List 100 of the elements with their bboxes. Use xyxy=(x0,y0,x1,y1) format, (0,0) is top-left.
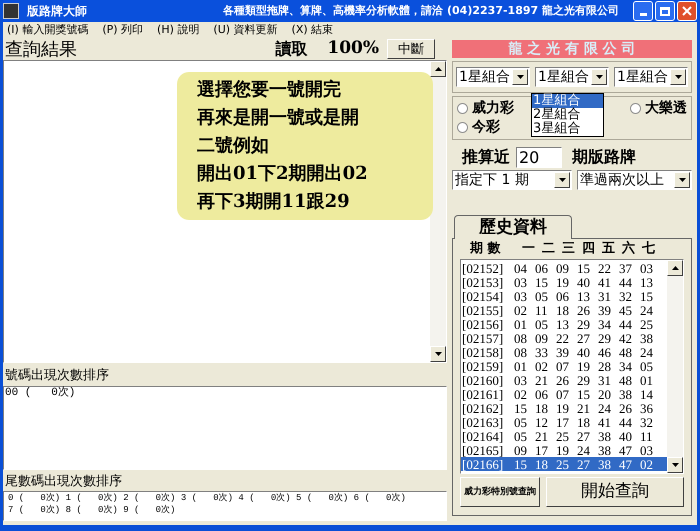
dropdown-field[interactable]: 1星組合 xyxy=(614,67,688,87)
dropdown-button[interactable] xyxy=(554,172,570,188)
number-cell-text: 39 xyxy=(556,346,570,358)
scrollbar[interactable] xyxy=(667,260,683,473)
history-tab[interactable]: 歷史資料 xyxy=(454,215,572,239)
number-cell-text: 21 xyxy=(535,374,549,386)
scroll-up-icon[interactable] xyxy=(434,67,442,71)
number-cell-text: 44 xyxy=(619,416,633,428)
scroll-down-icon[interactable] xyxy=(672,463,678,467)
history-row[interactable]: [02161] 02 06 07 15 20 38 14 xyxy=(461,387,667,401)
number-cell-text: 33 xyxy=(535,346,549,358)
menu-item[interactable]: (U) 資料更新 xyxy=(213,22,278,38)
caret-icon[interactable] xyxy=(558,178,566,182)
number-cell-text: 25 xyxy=(640,318,654,330)
dropdown-field[interactable]: 1星組合 xyxy=(535,67,609,87)
minimize-button[interactable] xyxy=(633,1,653,21)
history-row[interactable]: [02163] 05 12 17 18 41 44 32 xyxy=(461,415,667,429)
dropdown-option[interactable]: 1星組合 xyxy=(532,94,603,108)
company-banner: 龍 之 光 有 限 公 司 xyxy=(452,40,692,58)
start-query-button[interactable]: 開始查詢 xyxy=(546,477,684,507)
caret-icon[interactable] xyxy=(674,75,682,79)
tooltip-line: 選擇您要一號開完 xyxy=(197,78,342,102)
caret-icon[interactable] xyxy=(678,178,686,182)
number-cell-text: 02 xyxy=(514,388,528,400)
number-cell-text: 26 xyxy=(556,374,570,386)
number-cell-text: 27 xyxy=(577,332,591,344)
radio-button[interactable] xyxy=(457,103,468,114)
radio-button[interactable] xyxy=(630,103,641,114)
number-cell-text: 32 xyxy=(619,290,633,302)
tooltip-line: 再下3期開11跟29 xyxy=(197,190,351,214)
scroll-up-icon[interactable] xyxy=(672,266,678,270)
dropdown-button[interactable] xyxy=(674,172,690,188)
scroll-down-icon[interactable] xyxy=(434,352,442,356)
history-row[interactable]: [02152] 04 06 09 15 22 37 03 xyxy=(461,261,667,275)
dropdown-field[interactable]: 準過兩次以上 xyxy=(577,170,692,190)
results-title: 查詢結果 xyxy=(5,38,77,62)
number-cell-text: 45 xyxy=(619,304,633,316)
dropdown-option[interactable]: 3星組合 xyxy=(532,122,603,136)
history-list[interactable] xyxy=(460,259,684,474)
number-cell-text: 38 xyxy=(619,388,633,400)
close-button[interactable] xyxy=(677,1,697,21)
stop-button[interactable]: 中斷 xyxy=(387,39,435,59)
radio-button[interactable] xyxy=(457,122,468,133)
number-cell-text: 03 xyxy=(640,444,654,456)
number-cell-text: 38 xyxy=(598,444,612,456)
number-cell-text: 19 xyxy=(577,360,591,372)
period-cell-text: [02162] xyxy=(462,402,504,414)
radio-label: 威力彩 xyxy=(472,99,514,118)
history-row[interactable]: [02166] 15 18 25 27 38 47 02 xyxy=(461,457,667,471)
history-row[interactable]: [02153] 03 15 19 40 41 44 13 xyxy=(461,275,667,289)
history-row[interactable]: [02159] 01 02 07 19 28 34 05 xyxy=(461,359,667,373)
menu-item[interactable]: (H) 說明 xyxy=(157,22,200,38)
number-cell-text: 12 xyxy=(535,416,549,428)
period-count-field[interactable]: 20 xyxy=(516,146,562,168)
number-cell-text: 28 xyxy=(598,360,612,372)
radio-label: 今彩 xyxy=(472,118,500,137)
history-row[interactable]: [02157] 08 09 22 27 29 42 38 xyxy=(461,331,667,345)
caret-icon[interactable] xyxy=(516,75,524,79)
tooltip-line: 二號例如 xyxy=(197,134,270,158)
period-cell-text: [02164] xyxy=(462,430,504,442)
number-cell-text: 17 xyxy=(535,444,549,456)
dropdown-field[interactable]: 指定下 1 期 xyxy=(452,170,572,190)
menu-item[interactable]: (P) 列印 xyxy=(102,22,144,38)
history-row[interactable]: [02158] 08 33 39 40 46 48 24 xyxy=(461,345,667,359)
dropdown-button[interactable] xyxy=(670,69,686,85)
dropdown-option[interactable]: 2星組合 xyxy=(532,108,603,122)
number-cell-text: 44 xyxy=(619,276,633,288)
history-row[interactable]: [02154] 03 05 06 13 31 32 15 xyxy=(461,289,667,303)
menu-item[interactable]: (I) 輸入開獎號碼 xyxy=(7,22,88,38)
section-label: 尾數碼出現次數排序 xyxy=(4,472,123,490)
number-cell-text: 22 xyxy=(598,262,612,274)
number-cell-text: 24 xyxy=(640,304,654,316)
number-cell-text: 48 xyxy=(619,346,633,358)
number-cell-text: 36 xyxy=(640,402,654,414)
caret-icon[interactable] xyxy=(596,75,602,79)
history-row[interactable]: [02164] 05 21 25 27 38 40 11 xyxy=(461,429,667,443)
number-cell-text: 46 xyxy=(598,346,612,358)
number-cell-text: 11 xyxy=(535,304,549,316)
number-cell-text: 38 xyxy=(598,458,612,470)
dropdown-button[interactable] xyxy=(591,69,607,85)
maximize-button[interactable] xyxy=(655,1,675,21)
number-cell-text: 32 xyxy=(640,416,654,428)
special-number-button[interactable]: 威力彩特別號查詢 xyxy=(460,477,540,507)
number-cell-text: 17 xyxy=(556,416,570,428)
history-row[interactable]: [02165] 09 17 19 24 38 47 03 xyxy=(461,443,667,457)
tooltip-line: 再來是開一號或是開 xyxy=(197,106,360,130)
history-row[interactable]: [02160] 03 21 26 29 31 48 01 xyxy=(461,373,667,387)
number-cell-text: 07 xyxy=(556,360,570,372)
number-cell-text: 26 xyxy=(577,304,591,316)
number-cell-text: 14 xyxy=(640,388,654,400)
history-row[interactable]: [02156] 01 05 13 29 34 44 25 xyxy=(461,317,667,331)
history-row[interactable]: [02162] 15 18 19 21 24 26 36 xyxy=(461,401,667,415)
history-row[interactable]: [02155] 02 11 18 26 39 45 24 xyxy=(461,303,667,317)
scrollbar[interactable] xyxy=(430,61,446,362)
dropdown-button[interactable] xyxy=(512,69,528,85)
menu-item[interactable]: (X) 結束 xyxy=(292,22,334,38)
number-cell-text: 39 xyxy=(598,304,612,316)
number-cell-text: 15 xyxy=(640,290,654,302)
dropdown-field[interactable]: 1星組合 xyxy=(456,67,530,87)
number-cell-text: 18 xyxy=(577,416,591,428)
